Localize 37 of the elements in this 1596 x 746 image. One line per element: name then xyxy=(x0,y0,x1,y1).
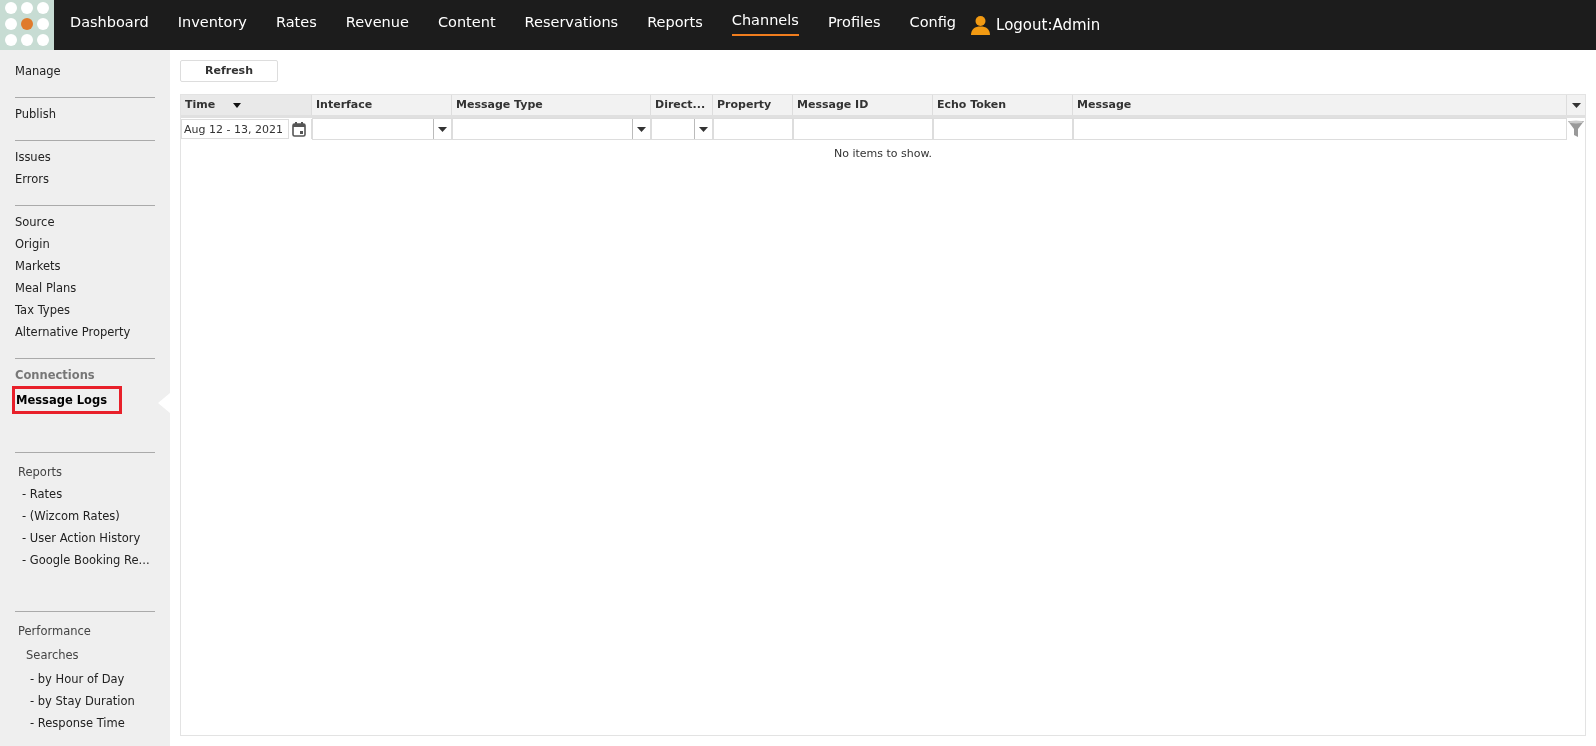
nav-tab[interactable]: Profiles xyxy=(827,11,881,39)
section-label: Searches xyxy=(25,647,80,664)
sidebar-link[interactable]: Publish xyxy=(0,103,170,125)
sidebar-link[interactable]: Message Logs xyxy=(12,386,123,414)
sidebar-link[interactable]: - Rates xyxy=(0,483,170,505)
logout-link[interactable]: Logout:Admin xyxy=(971,13,1101,37)
sidebar-link[interactable]: - Response Time xyxy=(0,712,170,734)
sidebar-link[interactable]: Tax Types xyxy=(0,299,170,321)
nav-tab[interactable]: Content xyxy=(437,11,496,39)
nav-tab[interactable]: Config xyxy=(909,11,957,39)
nav-tab[interactable]: Rates xyxy=(275,11,317,39)
sidebar-link[interactable]: - User Action History xyxy=(0,527,170,549)
sidebar-link[interactable]: - by Hour of Day xyxy=(0,668,170,690)
sidebar-link[interactable]: Meal Plans xyxy=(0,277,170,299)
sidebar-link[interactable]: Manage xyxy=(0,60,170,82)
sidebar-link[interactable]: Source xyxy=(0,211,170,233)
sidebar-link[interactable]: Markets xyxy=(0,255,170,277)
section-label: Connections xyxy=(14,367,96,384)
section-label: Performance xyxy=(17,623,92,640)
sidebar-link[interactable]: - Google Booking Re... xyxy=(0,549,170,571)
sidebar-link[interactable]: - by Stay Duration xyxy=(0,690,170,712)
empty-message: No items to show. xyxy=(834,146,932,162)
nav-tab[interactable]: Channels xyxy=(731,9,799,37)
sidebar-link[interactable]: Alternative Property xyxy=(0,321,170,343)
nav-tab[interactable]: Inventory xyxy=(177,11,247,39)
sidebar-link[interactable]: Errors xyxy=(0,168,170,190)
refresh-button[interactable]: Refresh xyxy=(180,60,278,82)
nav-tab[interactable]: Reports xyxy=(647,11,703,39)
nav-tab[interactable]: Revenue xyxy=(345,11,409,39)
sidebar-link[interactable]: - (Wizcom Rates) xyxy=(0,505,170,527)
nav-tab[interactable]: Reservations xyxy=(524,11,619,39)
date-field[interactable]: Aug 12 - 13, 2021 xyxy=(181,119,289,139)
section-label: Reports xyxy=(17,464,64,481)
sidebar-link[interactable]: Origin xyxy=(0,233,170,255)
nav-tab[interactable]: Dashboard xyxy=(70,11,149,39)
sidebar-link[interactable]: Issues xyxy=(0,146,170,168)
column-header[interactable]: Time xyxy=(181,95,312,115)
